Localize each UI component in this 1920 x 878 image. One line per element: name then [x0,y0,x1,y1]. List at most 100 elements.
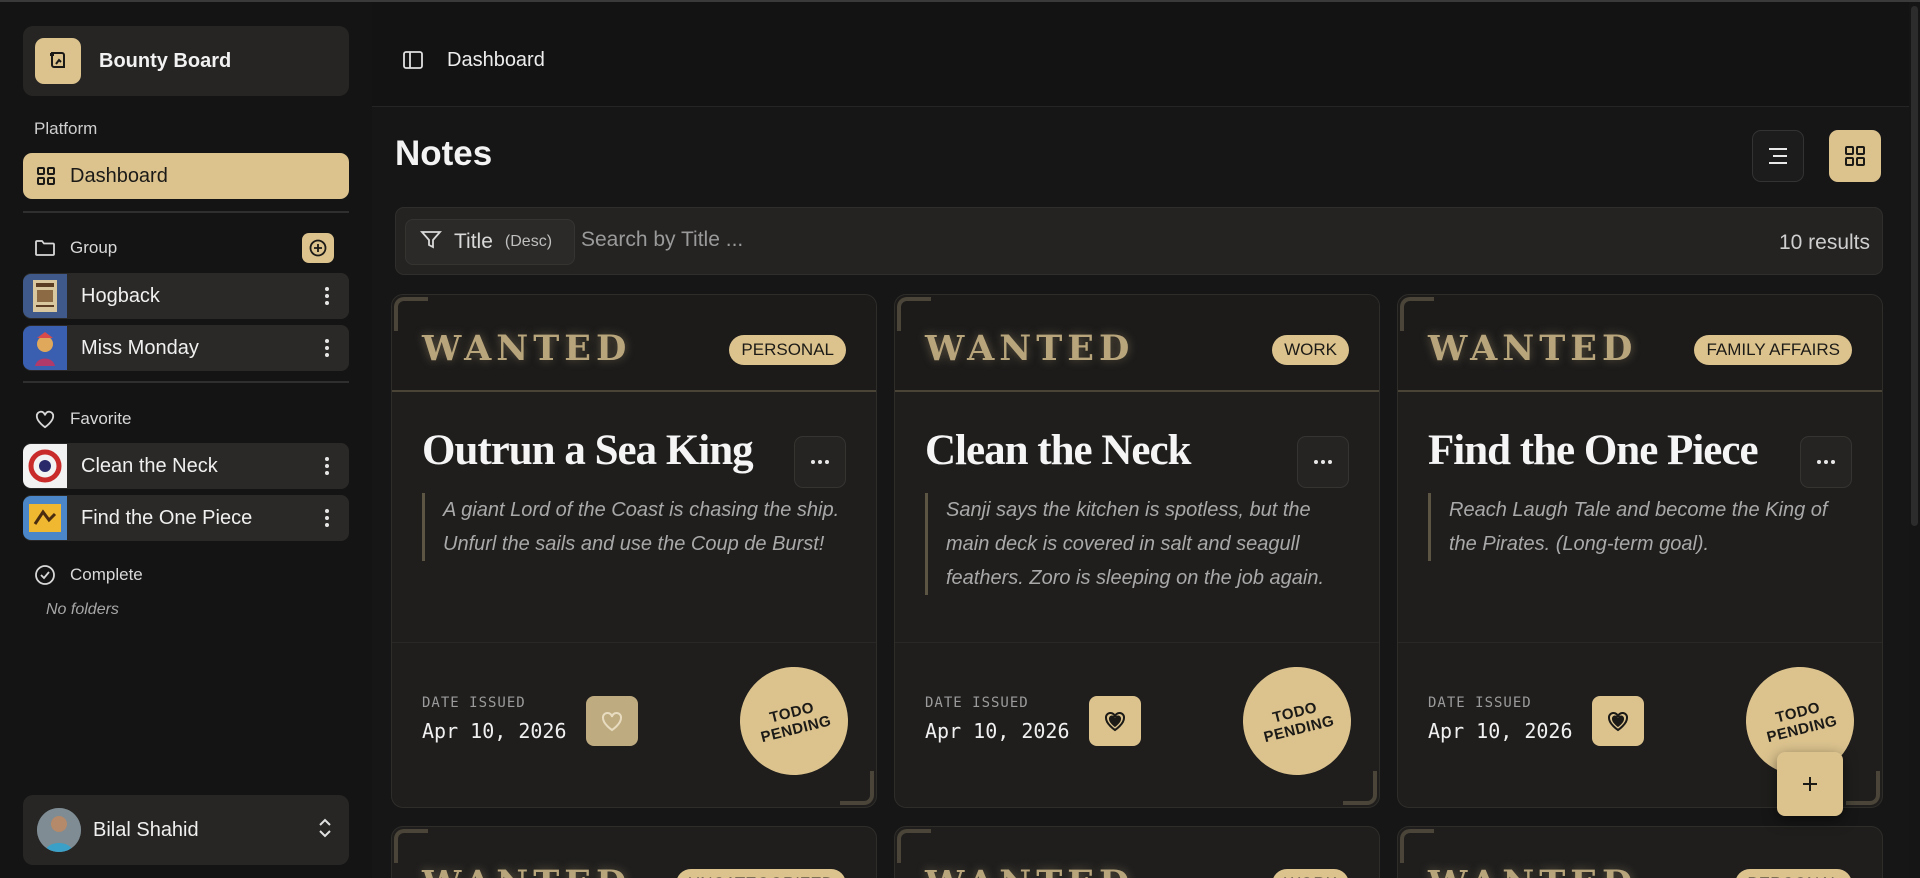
bounty-card[interactable]: WANTED PERSONAL Outrun a Sea King A gian… [391,294,877,808]
bounty-card[interactable]: WANTED FAMILY AFFAIRS Find the One Piece… [1397,294,1883,808]
date-label: DATE ISSUED [422,695,526,711]
breadcrumb: Dashboard [447,49,545,71]
sidebar: Bounty Board Platform Dashboard Group Ho… [0,2,372,878]
card-description: A giant Lord of the Coast is chasing the… [422,493,842,561]
list-view-button[interactable] [1752,130,1804,182]
wanted-heading: WANTED [1428,863,1637,878]
character-thumbnail [23,444,67,488]
corner-ornament [394,829,428,863]
character-thumbnail [23,326,67,370]
date-label: DATE ISSUED [1428,695,1532,711]
status-stamp: TODO PENDING [1231,655,1363,787]
grid-view-button[interactable] [1829,130,1881,182]
plus-icon [1803,777,1817,791]
favorite-button[interactable] [1089,696,1141,746]
complete-section-header: Complete [34,564,143,586]
wanted-poster-thumbnail [23,274,67,318]
card-title: Clean the Neck [925,427,1191,474]
card-more-button[interactable] [1800,436,1852,488]
sidebar-item-label: Dashboard [70,164,168,187]
card-title: Find the One Piece [1428,427,1759,474]
divider [23,381,349,383]
add-group-button[interactable] [302,233,334,263]
sidebar-item-label: Clean the Neck [81,454,218,477]
divider [392,642,876,643]
empty-state-text: No folders [46,601,119,618]
corner-ornament [394,297,428,331]
app-name: Bounty Board [99,49,232,72]
list-icon [1769,148,1787,164]
character-thumbnail [23,496,67,540]
group-label: Group [70,238,118,257]
bounty-card[interactable]: WANTED PERSONAL [1397,826,1883,878]
favorite-section-header: Favorite [34,408,131,430]
folder-icon [34,237,56,259]
category-badge: FAMILY AFFAIRS [1694,335,1852,365]
corner-ornament [1400,829,1434,863]
heart-filled-icon [1105,711,1125,732]
favorite-button[interactable] [1592,696,1644,746]
more-vertical-icon[interactable] [317,337,337,359]
card-description: Reach Laugh Tale and become the King of … [1428,493,1848,561]
scrollbar-thumb[interactable] [1911,6,1918,526]
sidebar-item-miss-monday[interactable]: Miss Monday [23,325,349,371]
bounty-card[interactable]: WANTED WORK [894,826,1380,878]
scroll-logo-icon [35,38,81,84]
favorite-label: Favorite [70,409,132,428]
sidebar-item-label: Find the One Piece [81,506,253,529]
sidebar-item-label: Hogback [81,284,160,307]
wanted-heading: WANTED [925,328,1135,369]
wanted-heading: WANTED [925,863,1134,878]
more-vertical-icon[interactable] [317,507,337,529]
group-section-header: Group [34,237,117,259]
wanted-heading: WANTED [422,863,631,878]
bounty-card[interactable]: WANTED UNCATEGORIZED [391,826,877,878]
status-stamp: TODO PENDING [728,655,860,787]
filter-bar: Title (Desc) 10 results [395,207,1883,275]
sort-order: (Desc) [504,233,553,250]
sort-field: Title [454,230,493,253]
category-badge: WORK [1272,335,1349,365]
chevrons-up-down-icon [317,817,333,844]
corner-ornament [1846,771,1880,805]
wanted-heading: WANTED [422,328,632,369]
sidebar-item-hogback[interactable]: Hogback [23,273,349,319]
date-value: Apr 10, 2026 [422,719,567,743]
sidebar-toggle-icon[interactable] [402,50,424,75]
sidebar-item-dashboard[interactable]: Dashboard [23,153,349,199]
add-note-button[interactable] [1777,752,1843,816]
category-badge: PERSONAL [1735,869,1852,878]
page-title: Notes [395,134,493,173]
complete-label: Complete [70,565,143,584]
grid-icon [1845,146,1865,166]
bounty-card[interactable]: WANTED WORK Clean the Neck Sanji says th… [894,294,1380,808]
card-more-button[interactable] [1297,436,1349,488]
date-label: DATE ISSUED [925,695,1029,711]
divider [23,211,349,213]
sort-filter-button[interactable]: Title (Desc) [405,219,575,265]
sidebar-item-clean-the-neck[interactable]: Clean the Neck [23,443,349,489]
more-vertical-icon[interactable] [317,455,337,477]
divider [895,642,1379,643]
favorite-button[interactable] [586,696,638,746]
corner-ornament [840,771,874,805]
user-name: Bilal Shahid [93,818,199,841]
plus-icon [309,239,327,257]
corner-ornament [897,829,931,863]
category-badge: PERSONAL [729,335,846,365]
date-value: Apr 10, 2026 [1428,719,1573,743]
sidebar-item-find-the-one-piece[interactable]: Find the One Piece [23,495,349,541]
corner-ornament [897,297,931,331]
avatar [37,808,81,852]
divider [1398,642,1882,643]
corner-ornament [1343,771,1377,805]
card-more-button[interactable] [794,436,846,488]
search-input[interactable] [581,228,1181,252]
scrollbar[interactable] [1909,2,1920,878]
app-brand[interactable]: Bounty Board [23,26,349,96]
grid-icon [35,165,57,187]
heart-filled-icon [1608,711,1628,732]
platform-label: Platform [34,119,98,138]
user-menu[interactable]: Bilal Shahid [23,795,349,865]
more-vertical-icon[interactable] [317,285,337,307]
